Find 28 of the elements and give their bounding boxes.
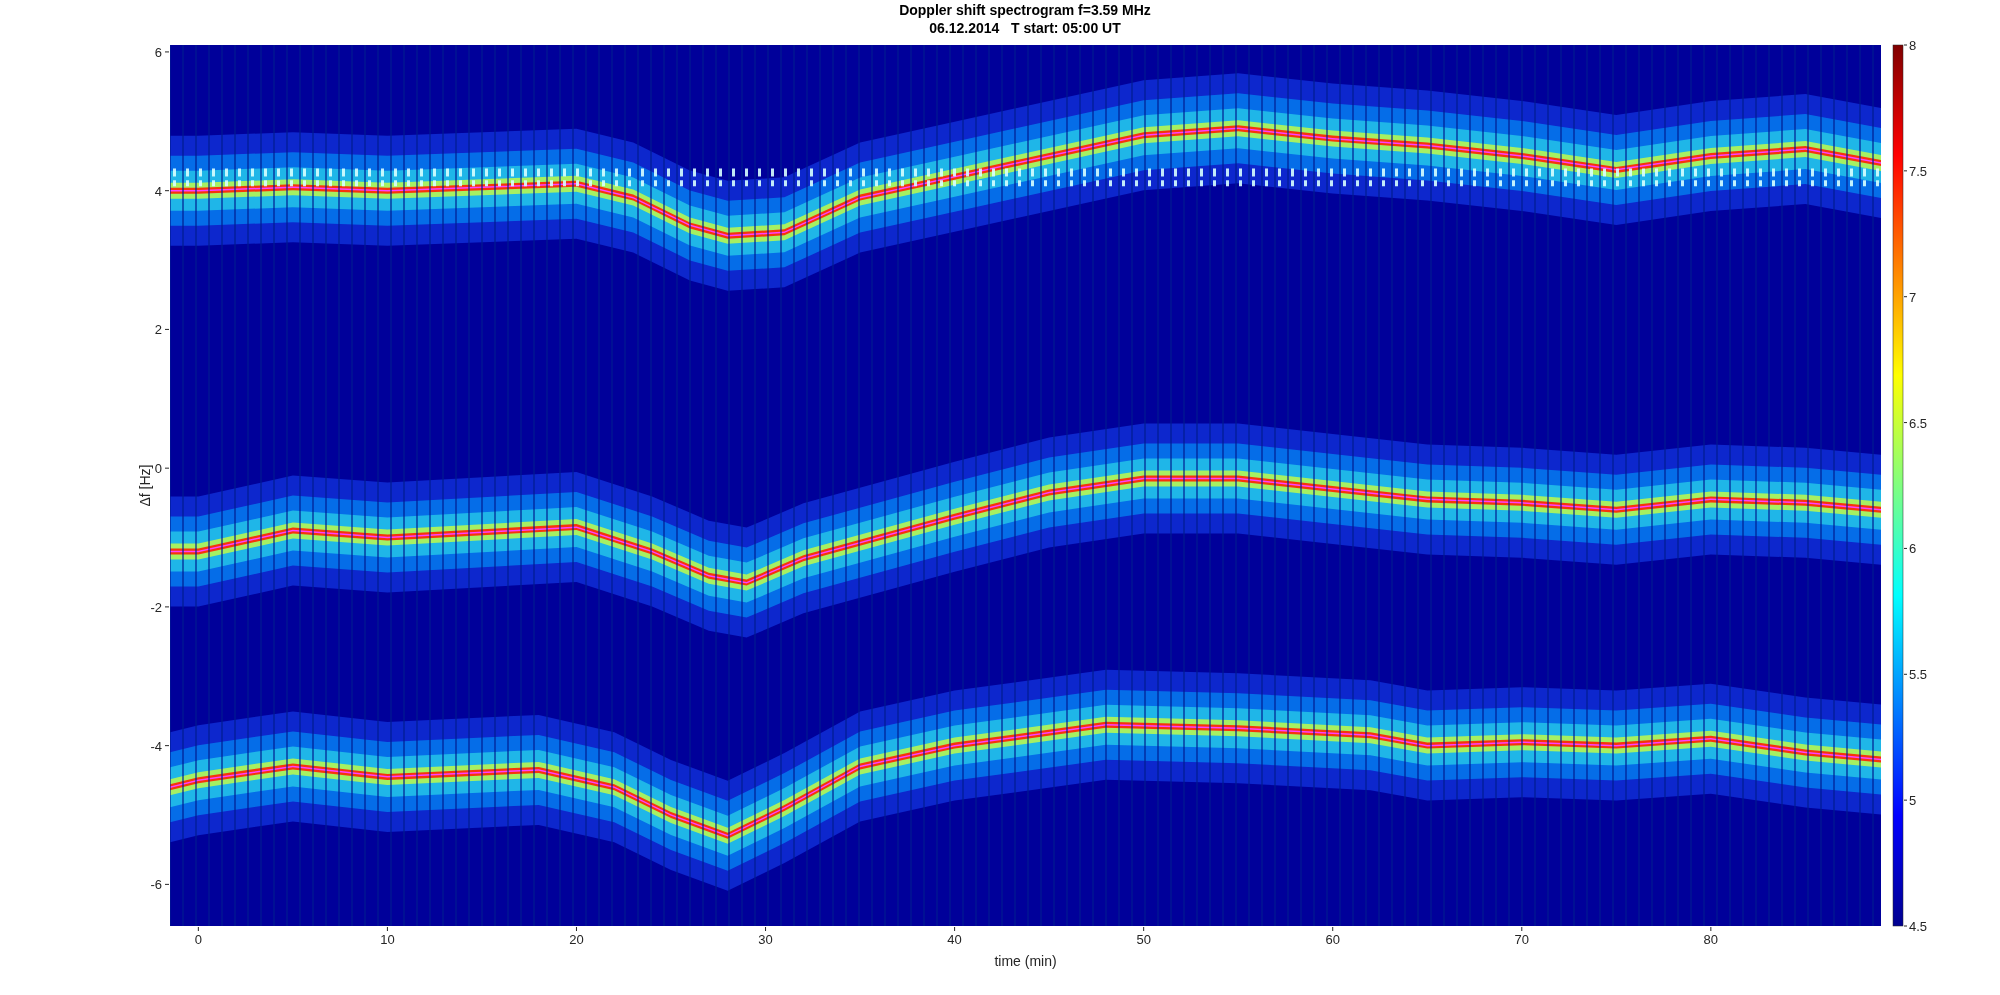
x-axis-tick-label: 60 <box>1325 932 1340 947</box>
y-axis-tick-label: -4 <box>150 738 162 754</box>
x-axis-tick-label: 0 <box>194 932 202 947</box>
x-axis-tick-label: 10 <box>380 932 395 947</box>
y-axis-label: Δf [Hz] <box>137 464 153 507</box>
y-axis-tick-label: -2 <box>150 599 162 615</box>
y-axis-tick-label: 6 <box>154 44 162 60</box>
colorbar-tick-label: 6.5 <box>1909 415 1928 431</box>
x-axis-tick-label: 20 <box>569 932 584 947</box>
y-axis-tick-label: -6 <box>150 877 162 893</box>
colorbar-tick-label: 4.5 <box>1909 919 1928 934</box>
colorbar-tick-label: 8 <box>1909 38 1917 53</box>
y-axis-tick-label: 2 <box>154 322 162 338</box>
colorbar-tick-label: 7 <box>1909 289 1917 305</box>
x-axis-tick-label: 70 <box>1514 932 1529 947</box>
y-axis-tick-label: 0 <box>154 461 162 477</box>
colorbar-tick-label: 5 <box>1909 793 1917 809</box>
x-axis-tick-label: 40 <box>947 932 962 947</box>
x-axis-tick-label: 50 <box>1136 932 1151 947</box>
x-axis-label: time (min) <box>994 953 1057 969</box>
colorbar-tick-label: 6 <box>1909 541 1917 557</box>
chart-title: Doppler shift spectrogram f=3.59 MHz <box>899 2 1151 18</box>
x-axis-tick-label: 30 <box>758 932 773 947</box>
colorbar-tick-label: 7.5 <box>1909 163 1928 179</box>
colorbar-tick-label: 5.5 <box>1909 667 1928 683</box>
y-axis-tick-label: 4 <box>154 183 162 199</box>
x-axis-tick-label: 80 <box>1703 932 1719 947</box>
chart-subtitle: 06.12.2014 T start: 05:00 UT <box>929 20 1121 36</box>
